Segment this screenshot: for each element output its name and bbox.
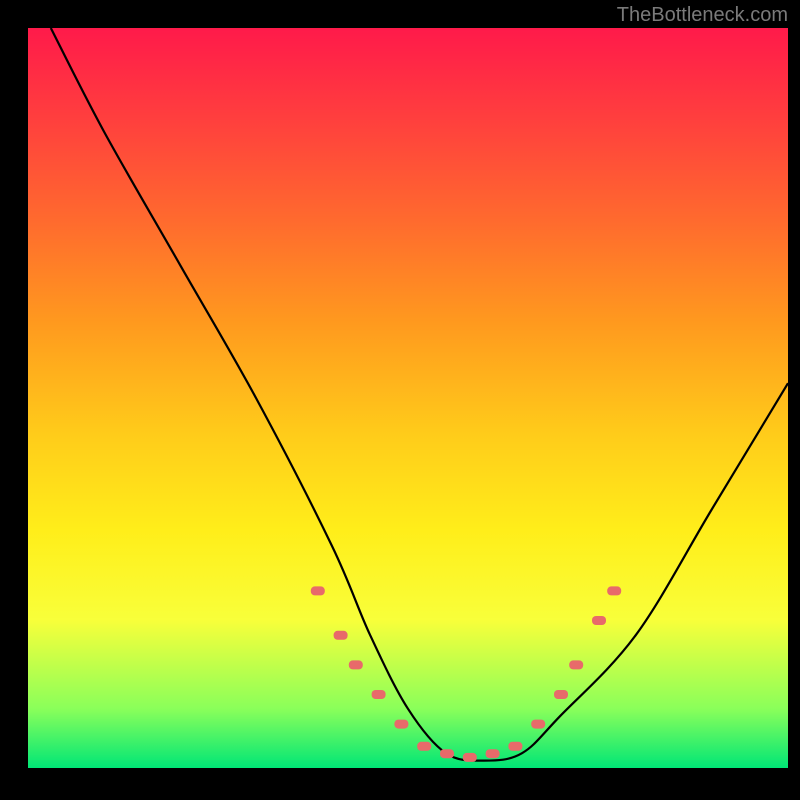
threshold-marker [372, 690, 386, 699]
threshold-marker [592, 616, 606, 625]
threshold-markers [311, 586, 621, 762]
watermark-text: TheBottleneck.com [617, 4, 788, 27]
threshold-marker [554, 690, 568, 699]
bottleneck-curve [51, 28, 788, 761]
chart-plot-area [28, 28, 788, 768]
threshold-marker [394, 720, 408, 729]
threshold-marker [508, 742, 522, 751]
threshold-marker [417, 742, 431, 751]
chart-svg [28, 28, 788, 768]
threshold-marker [349, 660, 363, 669]
threshold-marker [486, 749, 500, 758]
threshold-marker [334, 631, 348, 640]
threshold-marker [463, 753, 477, 762]
threshold-marker [440, 749, 454, 758]
threshold-marker [607, 586, 621, 595]
threshold-marker [311, 586, 325, 595]
threshold-marker [569, 660, 583, 669]
threshold-marker [531, 720, 545, 729]
